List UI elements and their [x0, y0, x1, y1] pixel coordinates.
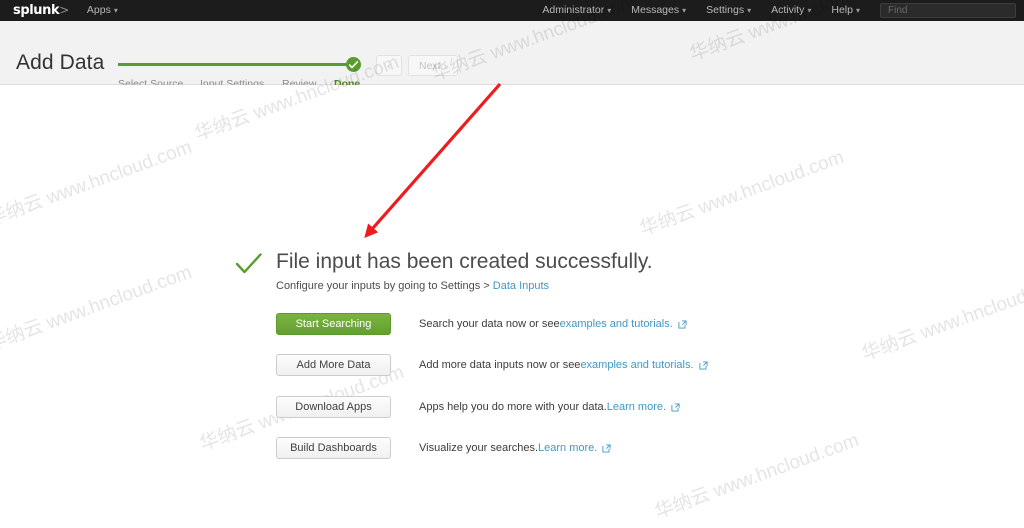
nav-item-settings[interactable]: Settings ▾	[706, 0, 751, 21]
build-dashboards-description: Visualize your searches. Learn more.	[419, 442, 611, 454]
build-dashboards-button[interactable]: Build Dashboards	[276, 437, 391, 459]
watermark-text: 华纳云 www.hncloud.com	[0, 261, 195, 356]
add-more-data-desc-prefix: Add more data inputs now or see	[419, 359, 581, 371]
download-apps-desc-prefix: Apps help you do more with your data.	[419, 401, 607, 413]
add-more-data-description: Add more data inputs now or see examples…	[419, 359, 708, 371]
success-subtitle: Configure your inputs by going to Settin…	[276, 280, 549, 292]
learn-more-link[interactable]: Learn more.	[607, 401, 666, 413]
add-more-data-button[interactable]: Add More Data	[276, 354, 391, 376]
action-row-start-searching: Start Searching Search your data now or …	[276, 313, 687, 335]
watermark-text: 华纳云 www.hncloud.com	[859, 271, 1024, 366]
main-content: 华纳云 www.hncloud.com 华纳云 www.hncloud.com 华纳…	[0, 0, 1024, 528]
build-dashboards-desc-prefix: Visualize your searches.	[419, 442, 539, 454]
action-row-add-more-data: Add More Data Add more data inputs now o…	[276, 354, 708, 376]
success-subtitle-prefix: Configure your inputs by going to Settin…	[276, 280, 493, 292]
download-apps-button[interactable]: Download Apps	[276, 396, 391, 418]
nav-item-settings-label: Settings	[706, 4, 745, 16]
apps-menu[interactable]: Apps ▾	[87, 0, 118, 21]
start-searching-desc-prefix: Search your data now or see	[419, 318, 560, 330]
examples-and-tutorials-link[interactable]: examples and tutorials.	[580, 359, 693, 371]
data-inputs-link[interactable]: Data Inputs	[493, 280, 549, 292]
find-search-input[interactable]: Find	[880, 3, 1016, 18]
splunk-add-data-page: splunk> Apps ▾ Administrator ▾ Messages ▾ S…	[0, 0, 1024, 528]
chevron-down-icon: ▾	[113, 6, 118, 15]
examples-and-tutorials-link[interactable]: examples and tutorials.	[560, 318, 673, 330]
progress-track-filled	[118, 63, 353, 66]
external-link-icon[interactable]	[699, 360, 708, 370]
action-row-download-apps: Download Apps Apps help you do more with…	[276, 396, 680, 418]
splunk-logo-text: splunk	[13, 3, 60, 18]
chevron-down-icon: ▾	[682, 6, 687, 15]
nav-item-messages[interactable]: Messages ▾	[631, 0, 686, 21]
topbar-left-group: splunk> Apps ▾	[0, 0, 118, 21]
learn-more-link[interactable]: Learn more.	[538, 442, 597, 454]
watermark-text: 华纳云 www.hncloud.com	[0, 136, 195, 231]
chevron-down-icon: ▾	[747, 6, 752, 15]
success-title: File input has been created successfully…	[276, 250, 653, 273]
splunk-logo-chevron-icon: >	[59, 3, 69, 17]
chevron-down-icon: ▾	[855, 6, 860, 15]
watermark-text: 华纳云 www.hncloud.com	[652, 429, 862, 524]
splunk-logo[interactable]: splunk>	[13, 0, 69, 21]
find-input-placeholder: Find	[888, 5, 908, 16]
external-link-icon[interactable]	[671, 402, 680, 412]
action-row-build-dashboards: Build Dashboards Visualize your searches…	[276, 437, 611, 459]
watermark-text: 华纳云 www.hncloud.com	[637, 146, 847, 241]
start-searching-button[interactable]: Start Searching	[276, 313, 391, 335]
apps-menu-label: Apps	[86, 4, 111, 16]
top-navigation-bar: splunk> Apps ▾ Administrator ▾ Messages ▾ S…	[0, 0, 1024, 21]
external-link-icon[interactable]	[602, 443, 611, 453]
download-apps-description: Apps help you do more with your data. Le…	[419, 401, 680, 413]
external-link-icon[interactable]	[678, 319, 687, 329]
success-check-icon	[235, 253, 262, 280]
start-searching-description: Search your data now or see examples and…	[419, 318, 687, 330]
page-title: Add Data	[16, 51, 105, 74]
